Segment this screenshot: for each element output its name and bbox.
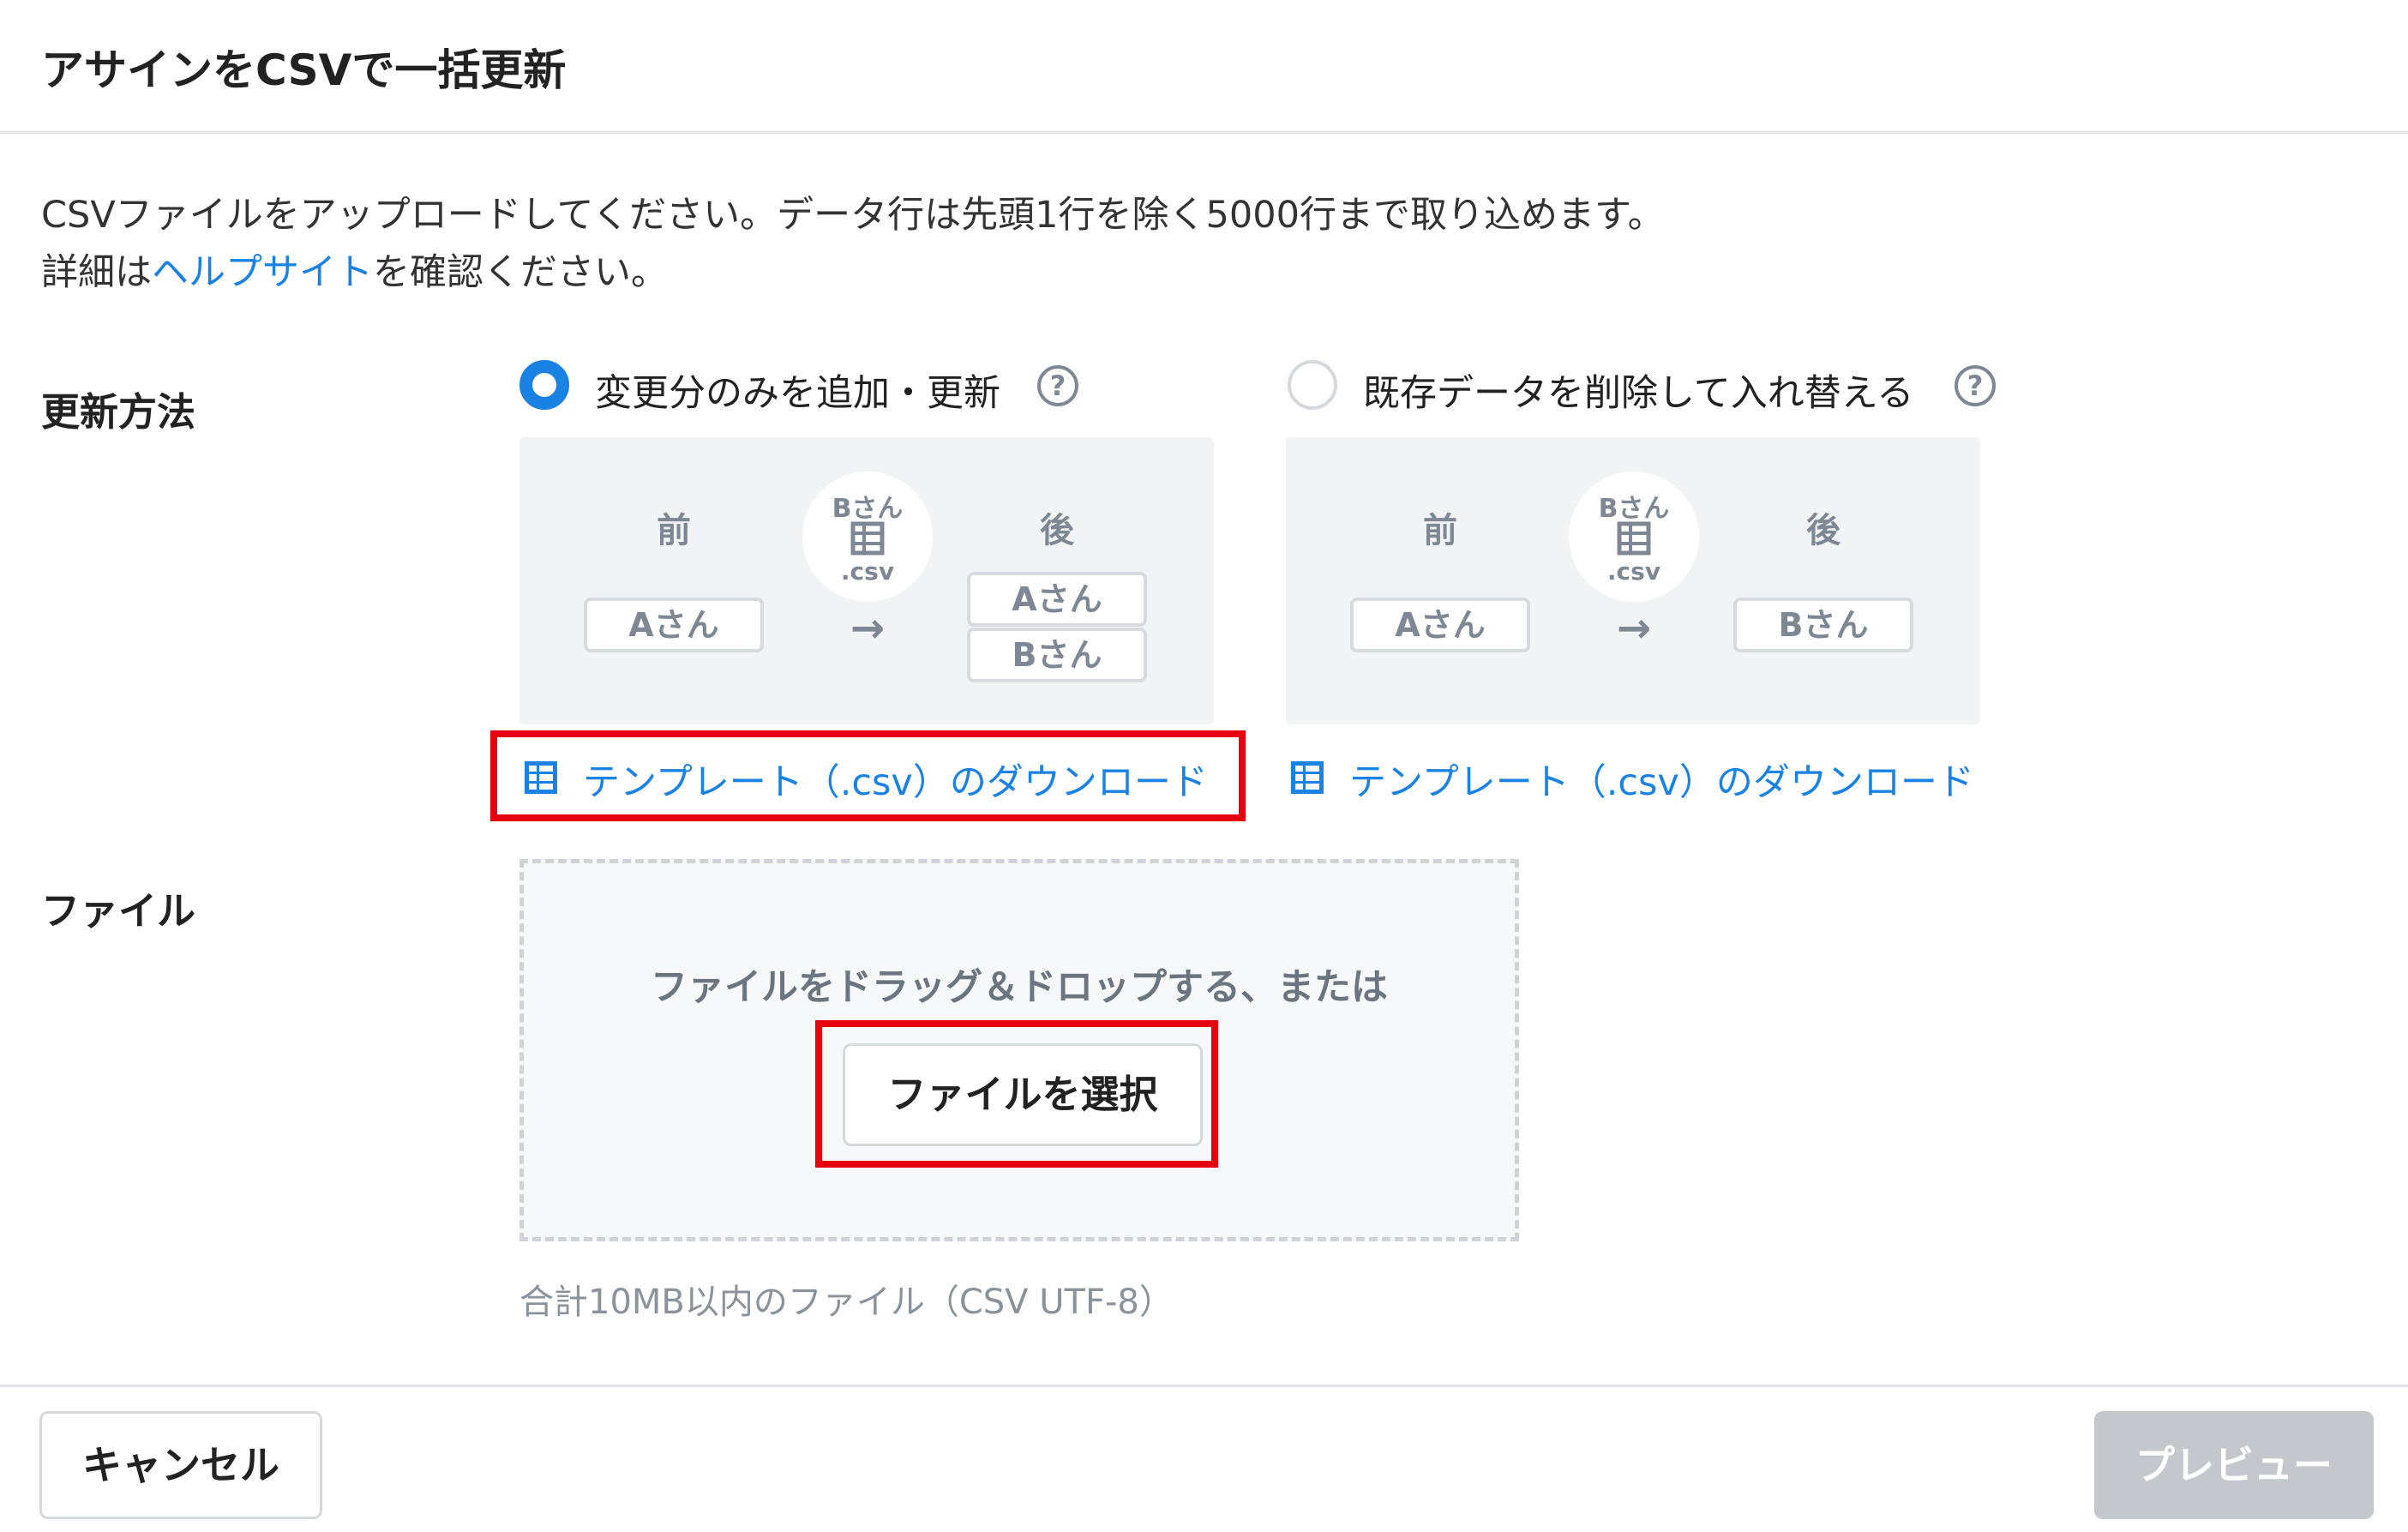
diagram-before-label: 前	[657, 511, 691, 550]
question-circle-icon[interactable]: ?	[1037, 365, 1078, 406]
template-download-link[interactable]: テンプレート（.csv）のダウンロード	[583, 753, 1208, 806]
diagram-before-item: Aさん	[1350, 598, 1530, 652]
file-label: ファイル	[41, 888, 196, 934]
dropzone-text: ファイルをドラッグ＆ドロップする、または	[651, 966, 1388, 1009]
diagram-csv-ext: .csv	[1606, 557, 1661, 586]
spreadsheet-icon	[850, 521, 885, 556]
option-add-update-label[interactable]: 変更分のみを追加・更新	[595, 363, 1000, 417]
radio-add-update[interactable]	[519, 360, 569, 410]
diagram-csv-circle: Bさん .csv	[1569, 472, 1699, 602]
spreadsheet-icon	[1617, 521, 1651, 556]
description-suffix: を確認ください。	[373, 251, 668, 294]
header-divider	[0, 131, 2408, 134]
diagram-csv-circle: Bさん .csv	[802, 472, 933, 602]
radio-replace-all[interactable]	[1288, 360, 1337, 410]
cancel-button[interactable]: キャンセル	[39, 1411, 322, 1519]
diagram-before-label: 前	[1423, 511, 1457, 550]
help-site-link[interactable]: ヘルプサイト	[152, 251, 373, 294]
preview-button[interactable]: プレビュー	[2094, 1411, 2374, 1519]
dialog-title: アサインをCSVで一括更新	[41, 45, 567, 95]
description-line-1: CSVファイルをアップロードしてください。データ行は先頭1行を除く5000行まで…	[41, 194, 1665, 237]
diagram-csv-name: Bさん	[832, 494, 904, 524]
description-line-2: 詳細はヘルプサイトを確認ください。	[41, 243, 668, 296]
diagram-after-label: 後	[1806, 511, 1841, 550]
diagram-after-item: Bさん	[1733, 598, 1913, 652]
choose-file-highlight	[815, 1020, 1218, 1168]
diagram-csv-name: Bさん	[1598, 494, 1670, 524]
arrow-right-icon: →	[1616, 604, 1652, 652]
file-size-note: 合計10MB以内のファイル（CSV UTF-8）	[519, 1283, 1174, 1322]
spreadsheet-icon	[1291, 761, 1324, 794]
diagram-replace-all: 前 Aさん Bさん .csv → 後 Bさん	[1286, 437, 1980, 724]
arrow-right-icon: →	[850, 604, 886, 652]
diagram-after-item: Bさん	[967, 628, 1147, 682]
diagram-add-update: 前 Aさん Bさん .csv → 後 Aさん Bさん	[519, 437, 1214, 724]
update-method-label: 更新方法	[41, 389, 196, 435]
template-download-link[interactable]: テンプレート（.csv）のダウンロード	[1349, 753, 1974, 806]
description-prefix: 詳細は	[41, 251, 152, 294]
spreadsheet-icon	[525, 761, 557, 794]
question-circle-icon[interactable]: ?	[1955, 365, 1996, 406]
diagram-csv-ext: .csv	[840, 557, 895, 586]
option-replace-all-label[interactable]: 既存データを削除して入れ替える	[1363, 363, 1913, 417]
diagram-before-item: Aさん	[584, 598, 764, 652]
diagram-after-item: Aさん	[967, 572, 1147, 627]
footer-divider	[0, 1385, 2408, 1387]
diagram-after-label: 後	[1040, 511, 1074, 550]
